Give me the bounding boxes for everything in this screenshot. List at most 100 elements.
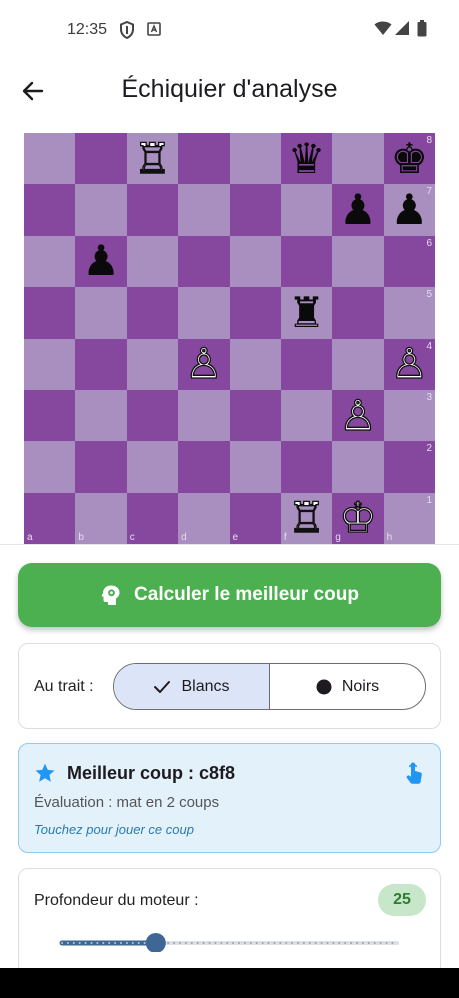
square-e8[interactable] (229, 133, 281, 185)
square-c7[interactable] (126, 184, 179, 236)
square-b2[interactable] (75, 441, 127, 493)
square-c1[interactable]: c (126, 492, 179, 544)
slider-tick (279, 942, 282, 944)
square-g7[interactable]: ♟ (332, 184, 384, 236)
square-c3[interactable] (126, 389, 179, 442)
slider-tick (102, 942, 105, 944)
best-move-card[interactable]: Meilleur coup : c8f8 Évaluation : mat en… (18, 743, 441, 853)
square-h6[interactable]: 6 (383, 235, 435, 288)
square-g4[interactable] (332, 338, 384, 390)
square-a6[interactable] (24, 235, 76, 288)
square-f1[interactable]: f ♖ (280, 492, 333, 544)
square-b3[interactable] (75, 389, 127, 442)
square-b8[interactable] (75, 133, 127, 185)
square-f6[interactable] (280, 235, 333, 288)
square-a1[interactable]: a (24, 492, 76, 544)
square-a4[interactable] (24, 338, 76, 390)
square-h8[interactable]: 8 ♚ (383, 133, 435, 185)
white-rook-icon[interactable]: ♖ (287, 496, 326, 539)
square-h2[interactable]: 2 (383, 441, 435, 493)
square-f8[interactable]: ♛ (280, 133, 333, 185)
square-a3[interactable] (24, 389, 76, 442)
black-queen-icon[interactable]: ♛ (288, 137, 326, 180)
black-king-icon[interactable]: ♚ (390, 137, 428, 180)
square-a2[interactable] (24, 441, 76, 493)
square-e1[interactable]: e (229, 492, 281, 544)
square-e4[interactable] (229, 338, 281, 390)
black-pawn-icon[interactable]: ♟ (390, 189, 428, 231)
slider-tick (78, 942, 81, 944)
white-pawn-icon[interactable]: ♙ (184, 342, 223, 385)
chessboard[interactable]: ♖ ♛ 8 ♚ ♟ 7 ♟ ♟ 6 ♜ 5 ♙ 4 ♙ ♙ 3 2 a b c d e f ♖ g ♔ 1 h (24, 133, 435, 544)
square-d1[interactable]: d (178, 492, 230, 544)
square-h7[interactable]: 7 ♟ (383, 184, 435, 236)
square-d2[interactable] (178, 441, 230, 493)
square-d5[interactable] (178, 287, 230, 339)
square-g5[interactable] (332, 287, 384, 339)
square-b7[interactable] (75, 184, 127, 236)
slider-tick (385, 942, 388, 944)
file-label: a (27, 532, 33, 543)
square-c2[interactable] (126, 441, 179, 493)
square-d6[interactable] (178, 235, 230, 288)
black-dot-icon (316, 679, 332, 695)
white-rook-icon[interactable]: ♖ (133, 137, 172, 180)
square-f4[interactable] (280, 338, 333, 390)
slider-tick (137, 942, 140, 944)
square-b1[interactable]: b (75, 492, 127, 544)
square-e5[interactable] (229, 287, 281, 339)
calculate-best-move-button[interactable]: Calculer le meilleur coup (18, 563, 441, 627)
square-a5[interactable] (24, 287, 76, 339)
square-d3[interactable] (178, 389, 230, 442)
wifi-icon (374, 20, 392, 41)
navigation-bar (0, 968, 459, 998)
square-h3[interactable]: 3 (383, 389, 435, 442)
square-f5[interactable]: ♜ (280, 287, 333, 339)
white-king-icon[interactable]: ♔ (338, 496, 377, 539)
square-c6[interactable] (126, 235, 179, 288)
square-c5[interactable] (126, 287, 179, 339)
square-g6[interactable] (332, 235, 384, 288)
square-h4[interactable]: 4 ♙ (383, 338, 435, 390)
engine-depth-slider[interactable] (44, 932, 399, 952)
square-a7[interactable] (24, 184, 76, 236)
white-pawn-icon[interactable]: ♙ (338, 393, 377, 436)
square-g8[interactable] (332, 133, 384, 185)
rank-label: 5 (426, 289, 432, 301)
white-pawn-icon[interactable]: ♙ (390, 342, 429, 385)
square-e3[interactable] (229, 389, 281, 442)
square-b5[interactable] (75, 287, 127, 339)
square-e7[interactable] (229, 184, 281, 236)
square-h1[interactable]: 1h (383, 492, 435, 544)
square-e2[interactable] (229, 441, 281, 493)
black-pawn-icon[interactable]: ♟ (82, 240, 120, 282)
square-d4[interactable]: ♙ (178, 338, 230, 390)
square-c8[interactable]: ♖ (126, 133, 179, 185)
side-option-black[interactable]: Noirs (270, 664, 425, 709)
square-g1[interactable]: g ♔ (332, 492, 384, 544)
engine-depth-card: Profondeur du moteur : 25 (18, 868, 441, 968)
file-label: d (181, 532, 187, 543)
square-c4[interactable] (126, 338, 179, 390)
square-e6[interactable] (229, 235, 281, 288)
square-g2[interactable] (332, 441, 384, 493)
black-rook-icon[interactable]: ♜ (288, 291, 326, 334)
square-b6[interactable]: ♟ (75, 235, 127, 288)
square-f2[interactable] (280, 441, 333, 493)
square-a8[interactable] (24, 133, 76, 185)
slider-tick (167, 942, 170, 944)
side-to-move-toggle: Blancs Noirs (113, 663, 426, 710)
square-f7[interactable] (280, 184, 333, 236)
slider-tick (196, 942, 199, 944)
square-d7[interactable] (178, 184, 230, 236)
square-f3[interactable] (280, 389, 333, 442)
square-g3[interactable]: ♙ (332, 389, 384, 442)
black-pawn-icon[interactable]: ♟ (339, 189, 377, 231)
square-h5[interactable]: 5 (383, 287, 435, 339)
slider-tick (131, 942, 134, 944)
side-option-white[interactable]: Blancs (114, 664, 270, 709)
calculate-button-label: Calculer le meilleur coup (134, 584, 359, 605)
square-b4[interactable] (75, 338, 127, 390)
square-d8[interactable] (178, 133, 230, 185)
slider-tick (356, 942, 358, 944)
